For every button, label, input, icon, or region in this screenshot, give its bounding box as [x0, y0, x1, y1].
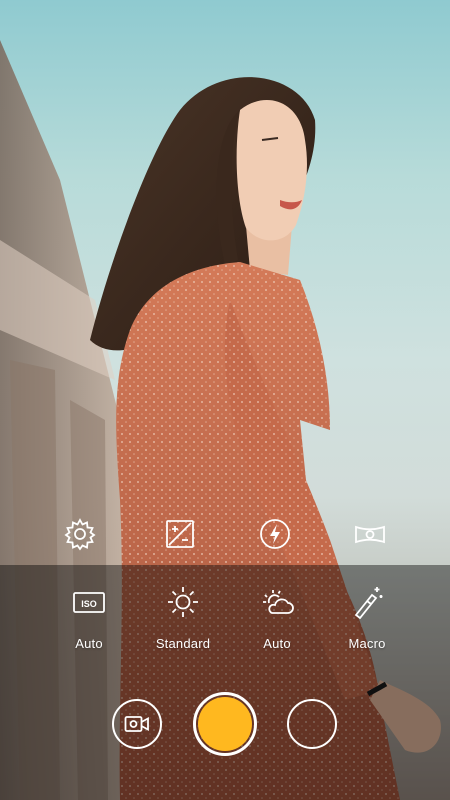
flash-auto-icon[interactable] — [253, 512, 297, 556]
brightness-sun-icon — [138, 582, 228, 622]
exposure-icon[interactable] — [158, 512, 202, 556]
weather-partly-cloudy-icon — [232, 582, 322, 622]
camera-viewfinder[interactable]: ISO Auto Standard Auto Macro — [0, 0, 450, 800]
mode-iso[interactable]: ISO Auto — [44, 582, 134, 651]
mode-macro[interactable]: Macro — [322, 582, 412, 651]
mode-white-balance[interactable]: Auto — [232, 582, 322, 651]
mode-macro-label: Macro — [348, 636, 386, 651]
iso-icon: ISO — [44, 582, 134, 622]
video-record-button[interactable] — [112, 699, 162, 749]
mode-white-balance-label: Auto — [263, 636, 291, 651]
gallery-thumbnail-button[interactable] — [287, 699, 337, 749]
mode-brightness-label: Standard — [155, 636, 211, 651]
svg-text:ISO: ISO — [81, 599, 97, 609]
shutter-core — [198, 697, 252, 751]
shutter-button[interactable] — [193, 692, 257, 756]
video-camera-icon — [124, 716, 149, 732]
settings-gear-icon[interactable] — [58, 512, 102, 556]
mode-iso-label: Auto — [75, 636, 103, 651]
panorama-icon[interactable] — [348, 512, 392, 556]
mode-brightness[interactable]: Standard — [138, 582, 228, 651]
magic-wand-icon — [322, 582, 412, 622]
